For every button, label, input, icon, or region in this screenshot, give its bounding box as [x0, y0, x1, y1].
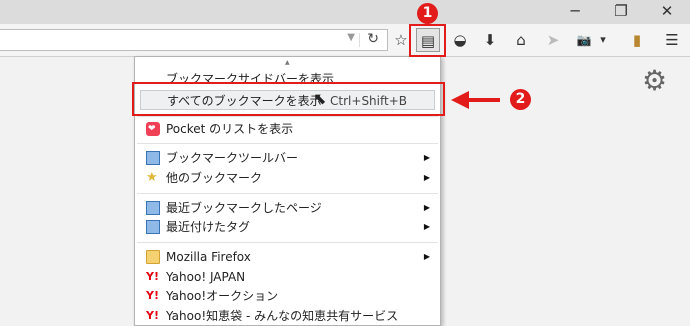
menu-item-label: Yahoo!知恵袋 - みんなの知恵共有サービス — [166, 309, 399, 323]
navigation-toolbar: ▼ ↻ ☆ ▤ ◒ ⬇ ⌂ ➤ 📷 ▾ ▮ ☰ — [0, 24, 690, 57]
menu-separator — [137, 193, 438, 194]
menu-item-recent-tags[interactable]: 最近付けたタグ ▶ — [135, 217, 440, 237]
submenu-arrow-icon: ▶ — [423, 153, 430, 162]
menu-item-yahoo-chiebukuro[interactable]: Y! Yahoo!知恵袋 - みんなの知恵共有サービス — [135, 306, 440, 326]
unsorted-bookmarks-icon: ★ — [146, 170, 158, 185]
yahoo-icon: Y! — [146, 309, 159, 322]
menu-item-label: Yahoo! JAPAN — [166, 270, 246, 284]
menu-item-label: 最近ブックマークしたページ — [166, 201, 322, 215]
menu-item-yahoo-japan[interactable]: Y! Yahoo! JAPAN — [135, 267, 440, 287]
maximize-button[interactable]: ❐ — [598, 0, 644, 24]
downloads-button[interactable]: ⬇ — [478, 28, 502, 52]
minimize-button[interactable]: ─ — [552, 0, 598, 24]
reload-icon[interactable]: ↻ — [367, 31, 379, 47]
title-bar: ─ ❐ ✕ — [0, 0, 690, 24]
pocket-button[interactable]: ◒ — [448, 28, 472, 52]
gear-icon[interactable]: ⚙ — [642, 66, 667, 96]
menu-item-recent-bookmarks[interactable]: 最近ブックマークしたページ ▶ — [135, 198, 440, 218]
url-divider — [359, 33, 360, 47]
hamburger-menu-button[interactable]: ☰ — [660, 28, 684, 52]
scroll-up-icon[interactable]: ▲ — [285, 59, 290, 66]
menu-item-label: Yahoo!オークション — [166, 289, 279, 303]
step-badge-1: 1 — [417, 3, 438, 24]
yahoo-icon: Y! — [146, 270, 159, 283]
submenu-arrow-icon: ▶ — [423, 203, 430, 212]
yahoo-icon: Y! — [146, 289, 159, 302]
submenu-arrow-icon: ▶ — [423, 173, 430, 182]
menu-item-label: 最近付けたタグ — [166, 220, 251, 234]
recent-bookmarks-icon — [146, 201, 160, 215]
menu-separator — [137, 116, 438, 117]
send-tab-button[interactable]: ➤ — [541, 28, 565, 52]
recent-tags-icon — [146, 220, 160, 234]
menu-item-pocket-list[interactable]: Pocket のリストを表示 — [135, 119, 440, 139]
menu-item-yahoo-auction[interactable]: Y! Yahoo!オークション — [135, 286, 440, 306]
bookmarks-toolbar-icon — [146, 151, 160, 165]
pointer-arrow-icon — [451, 91, 469, 109]
close-button[interactable]: ✕ — [644, 0, 690, 24]
step-badge-2: 2 — [510, 89, 531, 110]
reading-list-button[interactable]: ▮ — [625, 28, 649, 52]
screenshot-dropdown-button[interactable]: ▾ — [596, 28, 610, 52]
menu-item-label: 他のブックマーク — [166, 171, 263, 185]
menu-item-bookmarks-toolbar[interactable]: ブックマークツールバー ▶ — [135, 148, 440, 168]
menu-item-mozilla-firefox[interactable]: Mozilla Firefox ▶ — [135, 247, 440, 267]
highlight-box-show-all-bookmarks — [132, 82, 445, 116]
highlight-box-bookmarks-button — [409, 24, 446, 57]
url-input[interactable] — [6, 31, 310, 51]
menu-item-label: Mozilla Firefox — [166, 250, 251, 264]
folder-icon — [146, 250, 160, 264]
pocket-icon — [146, 119, 160, 139]
menu-item-label: ブックマークツールバー — [166, 151, 299, 165]
url-bar[interactable]: ▼ ↻ — [0, 29, 388, 51]
pointer-arrow-shaft — [468, 98, 500, 102]
menu-separator — [137, 143, 438, 144]
menu-separator — [137, 242, 438, 243]
home-button[interactable]: ⌂ — [509, 28, 533, 52]
url-history-dropdown-icon[interactable]: ▼ — [347, 32, 355, 43]
submenu-arrow-icon: ▶ — [423, 252, 430, 261]
screenshot-button[interactable]: 📷 — [572, 28, 596, 52]
submenu-arrow-icon: ▶ — [423, 222, 430, 231]
menu-item-other-bookmarks[interactable]: ★ 他のブックマーク ▶ — [135, 168, 440, 188]
menu-item-label: Pocket のリストを表示 — [166, 122, 294, 136]
